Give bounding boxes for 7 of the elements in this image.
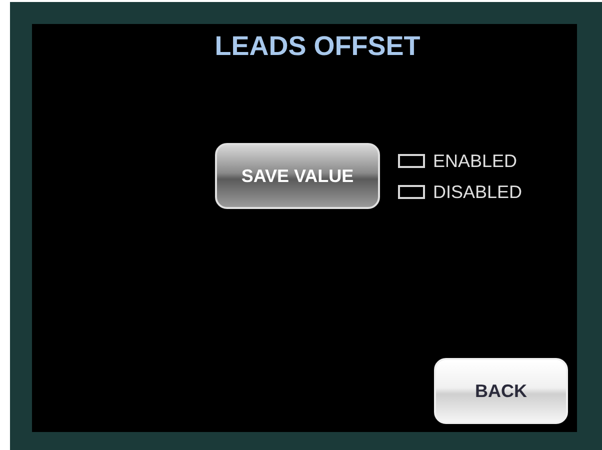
save-value-button[interactable]: SAVE VALUE: [215, 143, 380, 209]
checkbox[interactable]: [398, 154, 425, 168]
checkbox-label: DISABLED: [433, 182, 522, 202]
checkbox[interactable]: [398, 184, 425, 198]
screen-title: LEADS OFFSET: [214, 30, 420, 62]
back-button[interactable]: BACK: [434, 358, 568, 424]
checkbox-label: ENABLED: [433, 150, 518, 170]
